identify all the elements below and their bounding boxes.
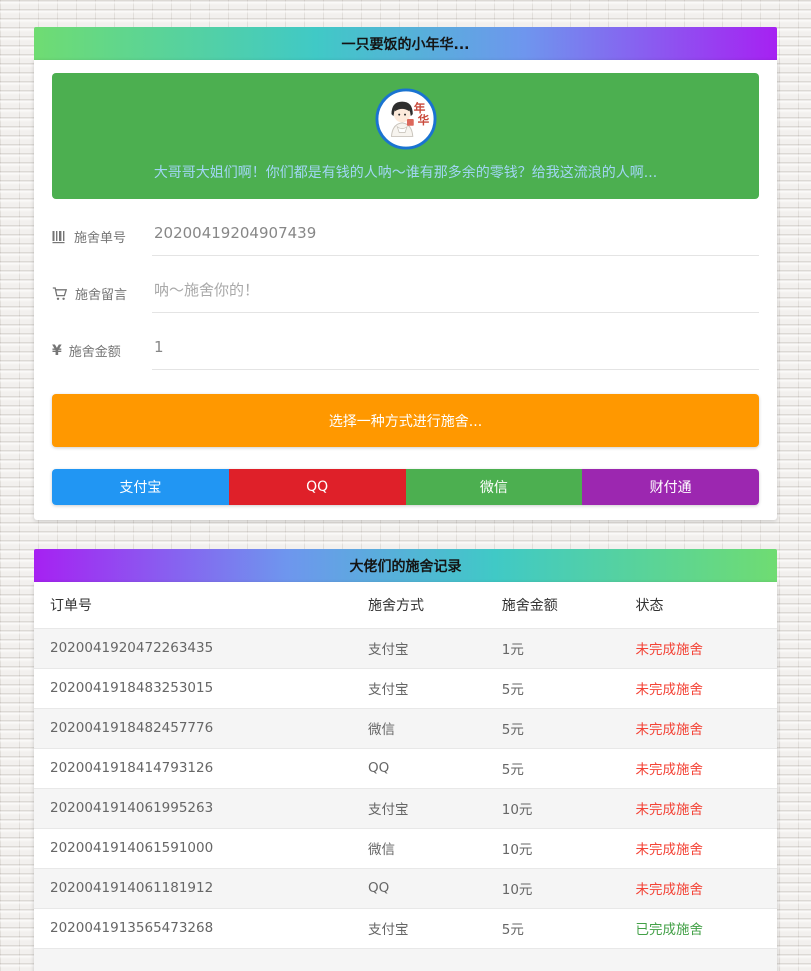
amount-cell: 5元 xyxy=(486,708,620,748)
records-header-bar: 大佬们的施舍记录 xyxy=(34,549,777,582)
barcode-icon xyxy=(52,230,67,244)
order-no-cell: 2020041914061181912 xyxy=(34,868,352,908)
table-row: 2020041913565473268 支付宝 5元 已完成施舍 xyxy=(34,908,777,948)
order-no-cell: 2020041918482457776 xyxy=(34,708,352,748)
table-header-row: 订单号 施舍方式 施舍金额 状态 xyxy=(34,582,777,628)
note-label: 施舍留言 xyxy=(52,281,152,303)
amount-cell: 10元 xyxy=(486,828,620,868)
table-row: 2020041914061591000 微信 10元 未完成施舍 xyxy=(34,828,777,868)
beggar-banner: 年 华 大哥哥大姐们啊！你们都是有钱的人呐～谁有那多余的零钱？给我这流浪的人啊.… xyxy=(52,73,759,199)
method-cell: QQ xyxy=(352,748,486,788)
status-badge: 未完成施舍 xyxy=(619,828,777,868)
alipay-button[interactable]: 支付宝 xyxy=(52,469,229,505)
order-no-cell: 2020041914061995263 xyxy=(34,788,352,828)
table-row: 2020041914061995263 支付宝 10元 未完成施舍 xyxy=(34,788,777,828)
table-row: 2020041918483253015 支付宝 5元 未完成施舍 xyxy=(34,668,777,708)
donation-table-body: 2020041920472263435 支付宝 1元 未完成施舍 2020041… xyxy=(34,628,777,971)
amount-cell: 10元 xyxy=(486,868,620,908)
order-no-cell: 2020041918414793126 xyxy=(34,748,352,788)
order-no-cell: 2020041913565473268 xyxy=(34,908,352,948)
cart-icon xyxy=(52,287,68,301)
avatar: 年 华 xyxy=(375,88,437,150)
status-badge: 已完成施舍 xyxy=(619,908,777,948)
records-card: 大佬们的施舍记录 订单号 施舍方式 施舍金额 状态 20200419204722… xyxy=(34,549,777,971)
col-method: 施舍方式 xyxy=(352,582,486,628)
choose-method-button[interactable]: 选择一种方式进行施舍... xyxy=(52,394,759,447)
table-row: 2020041918414793126 QQ 5元 未完成施舍 xyxy=(34,748,777,788)
amount-cell: 5元 xyxy=(486,748,620,788)
method-cell: 支付宝 xyxy=(352,628,486,668)
table-row-clipped xyxy=(34,948,777,971)
tenpay-button[interactable]: 财付通 xyxy=(582,469,759,505)
note-input[interactable] xyxy=(152,281,759,313)
amount-input[interactable] xyxy=(152,338,759,370)
order-no-cell: 2020041920472263435 xyxy=(34,628,352,668)
status-badge: 未完成施舍 xyxy=(619,868,777,908)
status-badge: 未完成施舍 xyxy=(619,788,777,828)
donation-table: 订单号 施舍方式 施舍金额 状态 2020041920472263435 支付宝… xyxy=(34,582,777,971)
wechat-button[interactable]: 微信 xyxy=(406,469,583,505)
amount-cell: 5元 xyxy=(486,668,620,708)
col-amount: 施舍金额 xyxy=(486,582,620,628)
avatar-seal-char-2: 华 xyxy=(417,113,429,127)
donation-card: 一只要饭的小年华... 年 xyxy=(34,27,777,520)
order-no-cell: 2020041914061591000 xyxy=(34,828,352,868)
qq-button[interactable]: QQ xyxy=(229,469,406,505)
records-title: 大佬们的施舍记录 xyxy=(350,556,462,576)
method-cell: 支付宝 xyxy=(352,788,486,828)
method-cell: 微信 xyxy=(352,828,486,868)
amount-cell: 1元 xyxy=(486,628,620,668)
status-badge: 未完成施舍 xyxy=(619,748,777,788)
yen-icon: ¥ xyxy=(52,343,62,359)
method-cell: QQ xyxy=(352,868,486,908)
method-cell: 支付宝 xyxy=(352,668,486,708)
records-card-body: 订单号 施舍方式 施舍金额 状态 2020041920472263435 支付宝… xyxy=(34,582,777,971)
donation-header-bar: 一只要饭的小年华... xyxy=(34,27,777,60)
status-badge: 未完成施舍 xyxy=(619,708,777,748)
method-cell: 支付宝 xyxy=(352,908,486,948)
order-input[interactable] xyxy=(152,224,759,256)
amount-cell: 10元 xyxy=(486,788,620,828)
amount-label: ¥ 施舍金额 xyxy=(52,338,152,360)
table-row: 2020041914061181912 QQ 10元 未完成施舍 xyxy=(34,868,777,908)
table-row: 2020041918482457776 微信 5元 未完成施舍 xyxy=(34,708,777,748)
plea-text: 大哥哥大姐们啊！你们都是有钱的人呐～谁有那多余的零钱？给我这流浪的人啊... xyxy=(62,162,749,182)
col-order-no: 订单号 xyxy=(34,582,352,628)
order-label: 施舍单号 xyxy=(52,224,152,246)
status-badge: 未完成施舍 xyxy=(619,628,777,668)
order-no-cell: 2020041918483253015 xyxy=(34,668,352,708)
donation-card-body: 年 华 大哥哥大姐们啊！你们都是有钱的人呐～谁有那多余的零钱？给我这流浪的人啊.… xyxy=(34,60,777,520)
status-badge: 未完成施舍 xyxy=(619,668,777,708)
amount-cell: 5元 xyxy=(486,908,620,948)
page: 一只要饭的小年华... 年 xyxy=(0,0,811,971)
pay-method-group: 支付宝 QQ 微信 财付通 xyxy=(52,469,759,505)
table-row: 2020041920472263435 支付宝 1元 未完成施舍 xyxy=(34,628,777,668)
field-note: 施舍留言 xyxy=(52,281,759,313)
field-order: 施舍单号 xyxy=(52,224,759,256)
col-status: 状态 xyxy=(619,582,777,628)
method-cell: 微信 xyxy=(352,708,486,748)
page-title: 一只要饭的小年华... xyxy=(342,34,470,54)
field-amount: ¥ 施舍金额 xyxy=(52,338,759,370)
